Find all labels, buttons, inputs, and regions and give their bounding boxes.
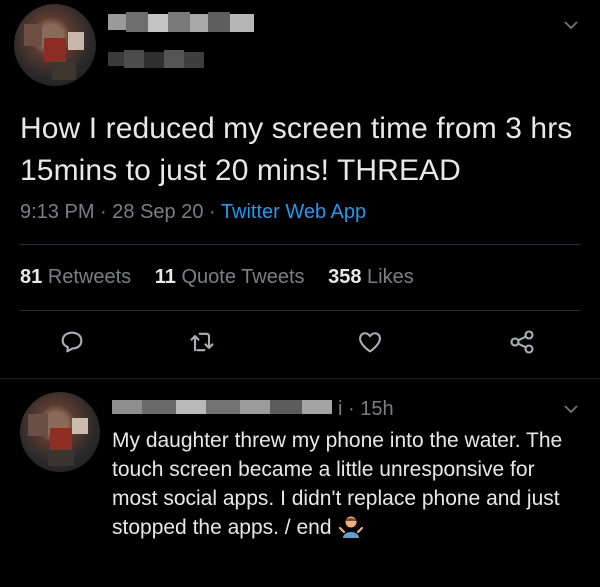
meta-dot: · (209, 201, 221, 223)
divider (20, 310, 580, 311)
author-name-redacted (108, 10, 258, 34)
meta-dot: · (100, 201, 113, 223)
tweet-date: 28 Sep 20 (112, 201, 204, 223)
chevron-down-icon[interactable] (563, 18, 579, 34)
tweet-meta: 9:13 PM · 28 Sep 20 · Twitter Web App (20, 201, 366, 224)
tweet-stats: 81 Retweets 11 Quote Tweets 358 Likes (20, 266, 414, 289)
tweet-text: How I reduced my screen time from 3 hrs … (20, 112, 573, 187)
reply-author-avatar[interactable] (20, 392, 100, 472)
comment-icon[interactable] (58, 328, 92, 362)
main-tweet: How I reduced my screen time from 3 hrs … (0, 0, 600, 378)
likes-stat[interactable]: 358 Likes (328, 266, 414, 288)
reply-text-block: My daughter threw my phone into the wate… (112, 426, 582, 548)
retweets-stat[interactable]: 81 Retweets (20, 266, 131, 288)
reply-tweet: i · 15h My daughter threw my phone into … (0, 380, 600, 587)
divider (20, 244, 580, 245)
man-shrugging-emoji (338, 514, 364, 548)
tweet-actions (0, 328, 600, 362)
like-icon[interactable] (356, 328, 390, 362)
retweet-icon[interactable] (188, 328, 222, 362)
tweet-time: 9:13 PM (20, 201, 95, 223)
tweet-source-link[interactable]: Twitter Web App (221, 201, 366, 223)
divider (0, 378, 600, 379)
chevron-down-icon[interactable] (563, 402, 579, 418)
reply-time: i · 15h (338, 398, 394, 420)
author-avatar[interactable] (14, 4, 96, 86)
quote-tweets-stat[interactable]: 11 Quote Tweets (155, 266, 305, 288)
author-handle-redacted (108, 50, 208, 70)
share-icon[interactable] (508, 328, 542, 362)
reply-author-redacted (112, 400, 334, 416)
